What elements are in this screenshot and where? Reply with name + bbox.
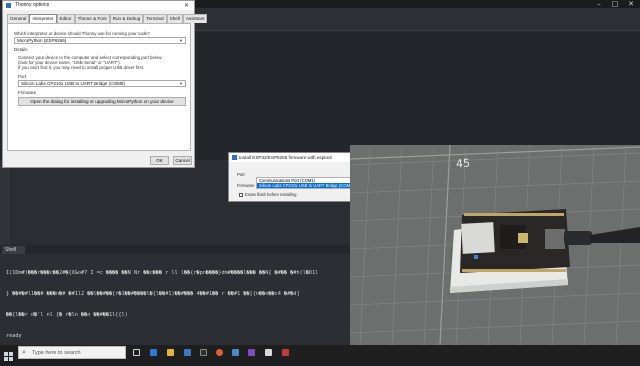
port-select[interactable]: Silicon Labs CP210x USB to UART Bridge (…: [18, 80, 186, 87]
port-dropdown-list[interactable]: Communications Port (COM1) Silicon Labs …: [256, 177, 354, 189]
edge-icon[interactable]: [150, 349, 157, 356]
close-icon[interactable]: ✕: [184, 1, 189, 10]
tab-general[interactable]: General: [7, 14, 30, 23]
task-view-icon[interactable]: [133, 349, 140, 356]
options-tab-bar: General Interpreter Editor Theme & Font …: [7, 14, 208, 23]
app-icon[interactable]: [265, 349, 272, 356]
interpreter-select[interactable]: MicroPython (ESP8266) ▼: [14, 37, 186, 44]
interpreter-value: MicroPython (ESP8266): [17, 38, 67, 43]
tab-assistant[interactable]: Assistant: [182, 14, 208, 23]
mail-icon[interactable]: [184, 349, 191, 356]
firmware-label: Firmware: [18, 90, 37, 95]
app-icon[interactable]: [248, 349, 255, 356]
cancel-button[interactable]: Cancel: [173, 156, 192, 165]
toolbar: [195, 8, 640, 31]
details-text-line: If you can't find it, you may need to in…: [18, 65, 145, 70]
chevron-down-icon: ▼: [179, 38, 183, 43]
search-icon: ⌕: [22, 348, 26, 356]
port-value: Silicon Labs CP210x USB to UART Bridge (…: [21, 81, 125, 86]
camera-inset: 45: [350, 145, 640, 345]
taskbar-search-box[interactable]: ⌕ Type here to search: [18, 346, 126, 359]
interpreter-panel: Which interpreter or device should Thonn…: [7, 23, 191, 151]
interpreter-question: Which interpreter or device should Thonn…: [14, 31, 150, 36]
tab-interpreter[interactable]: Interpreter: [29, 14, 57, 23]
tab-editor[interactable]: Editor: [56, 14, 75, 23]
tab-shell[interactable]: Shell: [166, 14, 183, 23]
app-icon[interactable]: [282, 349, 289, 356]
close-icon[interactable]: ✕: [624, 0, 638, 8]
erase-flash-checkbox[interactable]: [239, 193, 243, 197]
thonny-app-icon: [6, 3, 11, 8]
tab-theme-font[interactable]: Theme & Font: [74, 14, 110, 23]
chevron-down-icon: ▼: [179, 81, 183, 86]
options-title: Thonny options: [15, 2, 50, 8]
port-label: Port: [18, 74, 27, 79]
install-firmware-dialog: Install ESP32/ESP8266 firmware with espt…: [228, 152, 354, 202]
options-dialog: Thonny options ✕ General Interpreter Edi…: [2, 0, 208, 168]
options-title-bar: Thonny options: [3, 1, 194, 10]
line-number-gutter: [0, 160, 10, 245]
shell-tab[interactable]: Shell: [2, 246, 25, 254]
shell-output: I(1Dm#)���r���c��2#�{X&o#7 I =c ���� ��N…: [6, 256, 346, 347]
maximize-icon[interactable]: □: [608, 0, 622, 8]
firefox-icon[interactable]: [216, 349, 223, 356]
ok-button[interactable]: OK: [150, 156, 169, 165]
install-firmware-button[interactable]: Open the dialog for installing or upgrad…: [18, 97, 186, 106]
shell-ready-line: ready: [6, 333, 22, 339]
install-firmware-label: Firmware: [237, 183, 255, 188]
minimize-icon[interactable]: –: [592, 0, 606, 8]
install-port-label: Port: [237, 172, 245, 177]
install-title: Install ESP32/ESP8266 firmware with espt…: [239, 155, 332, 160]
shell-line: } ��#�#l1��# ���n�# �#1l2 ��l��#��{r�1��…: [6, 291, 300, 297]
title-bar: [195, 0, 640, 8]
install-title-bar: Install ESP32/ESP8266 firmware with espt…: [229, 153, 351, 162]
details-label: Details: [14, 47, 28, 52]
tab-run-debug[interactable]: Run & Debug: [109, 14, 144, 23]
ruler-number: 45: [455, 156, 471, 171]
search-placeholder: Type here to search: [32, 350, 81, 356]
erase-flash-label: Erase flash before installing: [245, 192, 297, 197]
port-option-selected[interactable]: Silicon Labs CP210x USB to UART Bridge (…: [257, 183, 354, 188]
thonny-app-icon: [232, 155, 237, 160]
shell-line: I(1Dm#)���r���c��2#�{X&o#7 I =c ���� ��N…: [6, 270, 319, 276]
store-icon[interactable]: [200, 349, 207, 356]
cutting-mat-photo: [350, 145, 640, 345]
shell-line: ��{l��r d�'l nl {� r�ln ��n ��#��1l{{l): [6, 312, 128, 318]
windows-start-icon[interactable]: [4, 348, 13, 361]
file-explorer-icon[interactable]: [167, 349, 174, 356]
thonny-taskbar-icon[interactable]: [232, 349, 239, 356]
tab-terminal[interactable]: Terminal: [143, 14, 167, 23]
